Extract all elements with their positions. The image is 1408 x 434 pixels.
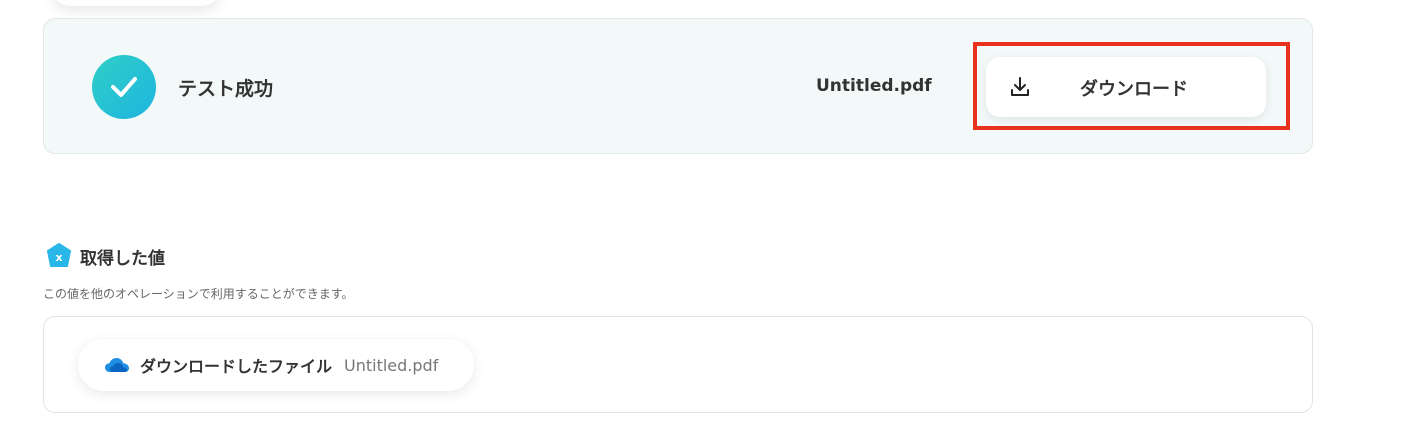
test-result-panel: テスト成功 Untitled.pdf ダウンロード: [43, 18, 1313, 154]
retrieved-values-title: 取得した値: [80, 248, 165, 269]
test-status-text: テスト成功: [178, 78, 274, 100]
result-file-name: Untitled.pdf: [816, 76, 932, 96]
value-chip-label: ダウンロードしたファイル: [140, 357, 333, 376]
retrieved-values-description: この値を他のオペレーションで利用することができます。: [43, 287, 354, 301]
svg-text:x: x: [55, 251, 62, 264]
success-check-icon: [92, 55, 156, 119]
onedrive-cloud-icon: [105, 358, 129, 372]
retrieved-values-panel: ダウンロードしたファイル Untitled.pdf: [43, 316, 1313, 413]
download-button-label: ダウンロード: [1080, 79, 1188, 100]
download-button[interactable]: ダウンロード: [986, 57, 1266, 117]
value-chip-value: Untitled.pdf: [344, 355, 439, 375]
retrieved-values-header: x 取得した値: [45, 241, 165, 271]
top-partial-element: [52, 0, 220, 6]
value-chip-downloaded-file[interactable]: ダウンロードしたファイル Untitled.pdf: [78, 339, 475, 391]
yoom-badge-icon: x: [47, 243, 71, 267]
download-icon: [1011, 77, 1029, 96]
